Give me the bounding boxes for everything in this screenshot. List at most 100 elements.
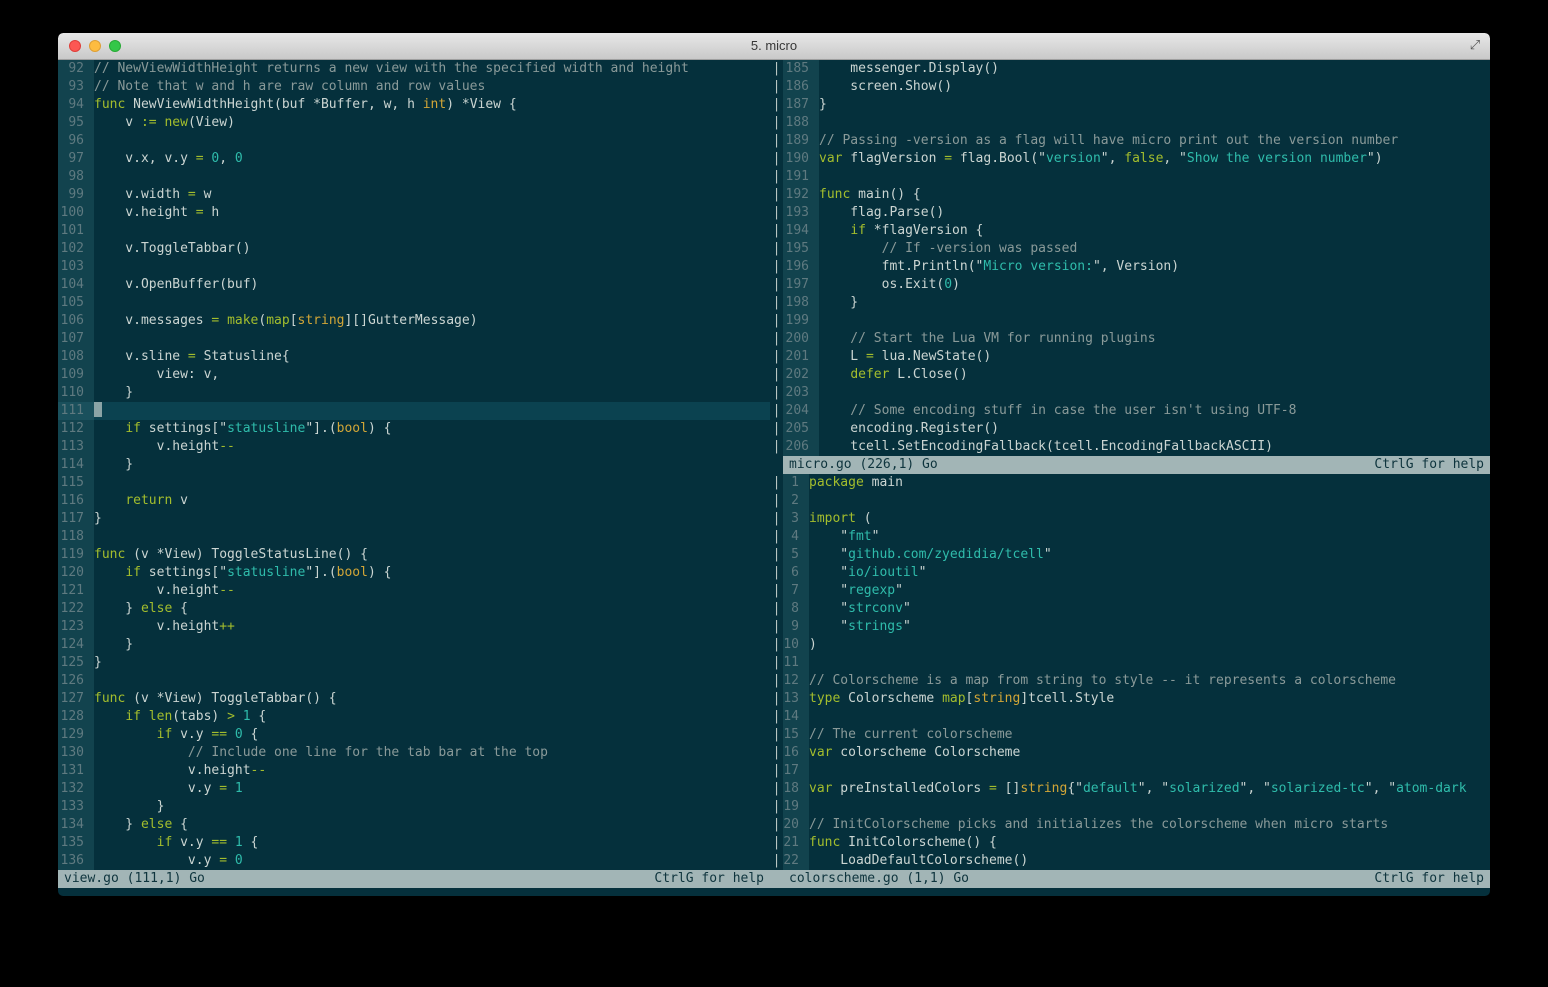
code-line[interactable]: 202 defer L.Close() — [783, 366, 1490, 384]
code-line[interactable]: 135 if v.y == 1 { — [58, 834, 770, 852]
code-line[interactable]: 3 import ( — [783, 510, 1490, 528]
code-line[interactable]: 20// InitColorscheme picks and initializ… — [783, 816, 1490, 834]
code-line[interactable]: 192 func main() { — [783, 186, 1490, 204]
code-line[interactable]: 186 screen.Show() — [783, 78, 1490, 96]
code-line[interactable]: 123 v.height++ — [58, 618, 770, 636]
code-line[interactable]: 95 v := new(View) — [58, 114, 770, 132]
code-line[interactable]: 106 v.messages = make(map[string][]Gutte… — [58, 312, 770, 330]
code-line[interactable]: 10) — [783, 636, 1490, 654]
code-line[interactable]: 13 type Colorscheme map[string]tcell.Styl… — [783, 690, 1490, 708]
code-line[interactable]: 127 func (v *View) ToggleTabbar() { — [58, 690, 770, 708]
code-line[interactable]: 130 // Include one line for the tab bar … — [58, 744, 770, 762]
code-line[interactable]: 204 // Some encoding stuff in case the u… — [783, 402, 1490, 420]
code-line[interactable]: 124 } — [58, 636, 770, 654]
fullscreen-icon[interactable]: ⤢ — [1467, 38, 1483, 54]
code-line[interactable]: 104 v.OpenBuffer(buf) — [58, 276, 770, 294]
code-line[interactable]: 18 var preInstalledColors = []string{"def… — [783, 780, 1490, 798]
code-line[interactable]: 14 — [783, 708, 1490, 726]
editor-colorscheme-go[interactable]: 1 package main 2 3 import (4 "fmt" 5 "github.… — [783, 474, 1490, 870]
code-line[interactable]: 203 — [783, 384, 1490, 402]
code-line[interactable]: 110 } — [58, 384, 770, 402]
code-line[interactable]: 102 v.ToggleTabbar() — [58, 240, 770, 258]
code-line[interactable]: 7 "regexp" — [783, 582, 1490, 600]
code-line[interactable]: 128 if len(tabs) > 1 { — [58, 708, 770, 726]
pane-view-go[interactable]: 92// NewViewWidthHeight returns a new vi… — [58, 60, 770, 888]
code-line[interactable]: 112 if settings["statusline"].(bool) { — [58, 420, 770, 438]
code-line[interactable]: 93// Note that w and h are raw column an… — [58, 78, 770, 96]
code-line[interactable]: 119 func (v *View) ToggleStatusLine() { — [58, 546, 770, 564]
code-line[interactable]: 198 } — [783, 294, 1490, 312]
code-line[interactable]: 96 — [58, 132, 770, 150]
code-line[interactable]: 101 — [58, 222, 770, 240]
code-line[interactable]: 193 flag.Parse() — [783, 204, 1490, 222]
code-line[interactable]: 97 v.x, v.y = 0, 0 — [58, 150, 770, 168]
editor-micro-go[interactable]: 185 messenger.Display() 186 screen.Show()… — [783, 60, 1490, 456]
code-line[interactable]: 22 LoadDefaultColorscheme() — [783, 852, 1490, 870]
line-number: 204 — [783, 402, 819, 420]
statusbar-colorscheme-go: colorscheme.go (1,1) Go CtrlG for help — [783, 870, 1490, 888]
code-line[interactable]: 190 var flagVersion = flag.Bool("version"… — [783, 150, 1490, 168]
code-line[interactable]: 1 package main — [783, 474, 1490, 492]
code-line[interactable]: 201 L = lua.NewState() — [783, 348, 1490, 366]
code-line[interactable]: 19 — [783, 798, 1490, 816]
code-line[interactable]: 107 — [58, 330, 770, 348]
code-line[interactable]: 4 "fmt" — [783, 528, 1490, 546]
code-line[interactable]: 205 encoding.Register() — [783, 420, 1490, 438]
pane-divider-segment: | — [772, 115, 781, 130]
code-line[interactable]: 185 messenger.Display() — [783, 60, 1490, 78]
code-line[interactable]: 195 // If -version was passed — [783, 240, 1490, 258]
code-line[interactable]: 5 "github.com/zyedidia/tcell" — [783, 546, 1490, 564]
code-line[interactable]: 108 v.sline = Statusline{ — [58, 348, 770, 366]
code-line[interactable]: 187} — [783, 96, 1490, 114]
code-line[interactable]: 197 os.Exit(0) — [783, 276, 1490, 294]
code-line[interactable]: 98 — [58, 168, 770, 186]
code-line[interactable]: 99 v.width = w — [58, 186, 770, 204]
code-line[interactable]: 194 if *flagVersion { — [783, 222, 1490, 240]
code-line[interactable]: 17 — [783, 762, 1490, 780]
code-line[interactable]: 125} — [58, 654, 770, 672]
code-line[interactable]: 9 "strings" — [783, 618, 1490, 636]
code-line[interactable]: 118 — [58, 528, 770, 546]
code-line[interactable]: 121 v.height-- — [58, 582, 770, 600]
code-line[interactable]: 16 var colorscheme Colorscheme — [783, 744, 1490, 762]
code-line[interactable]: 11 — [783, 654, 1490, 672]
code-line[interactable]: 115 — [58, 474, 770, 492]
code-line[interactable]: 120 if settings["statusline"].(bool) { — [58, 564, 770, 582]
code-line[interactable]: 116 return v — [58, 492, 770, 510]
code-line[interactable]: 113 v.height-- — [58, 438, 770, 456]
code-line[interactable]: 134 } else { — [58, 816, 770, 834]
code-line[interactable]: 133 } — [58, 798, 770, 816]
code-line[interactable]: 199 — [783, 312, 1490, 330]
code-line[interactable]: 117} — [58, 510, 770, 528]
code-line[interactable]: 92// NewViewWidthHeight returns a new vi… — [58, 60, 770, 78]
code-line[interactable]: 206 tcell.SetEncodingFallback(tcell.Enco… — [783, 438, 1490, 456]
code-line[interactable]: 100 v.height = h — [58, 204, 770, 222]
code-line[interactable]: 111 — [58, 402, 770, 420]
code-line[interactable]: 109 view: v, — [58, 366, 770, 384]
line-number: 112 — [58, 420, 94, 438]
title-bar[interactable]: 5. micro ⤢ — [58, 33, 1490, 60]
code-line[interactable]: 103 — [58, 258, 770, 276]
code-line[interactable]: 196 fmt.Println("Micro version:", Versio… — [783, 258, 1490, 276]
code-line[interactable]: 129 if v.y == 0 { — [58, 726, 770, 744]
code-line[interactable]: 8 "strconv" — [783, 600, 1490, 618]
code-line[interactable]: 94 func NewViewWidthHeight(buf *Buffer, w… — [58, 96, 770, 114]
code-line[interactable]: 105 — [58, 294, 770, 312]
code-line[interactable]: 189// Passing -version as a flag will ha… — [783, 132, 1490, 150]
code-line[interactable]: 122 } else { — [58, 600, 770, 618]
pane-divider-segment: | — [772, 799, 781, 814]
code-line[interactable]: 136 v.y = 0 — [58, 852, 770, 870]
code-line[interactable]: 200 // Start the Lua VM for running plug… — [783, 330, 1490, 348]
code-line[interactable]: 126 — [58, 672, 770, 690]
code-line[interactable]: 21 func InitColorscheme() { — [783, 834, 1490, 852]
code-line[interactable]: 6 "io/ioutil" — [783, 564, 1490, 582]
code-line[interactable]: 15// The current colorscheme — [783, 726, 1490, 744]
code-line[interactable]: 191 — [783, 168, 1490, 186]
code-line[interactable]: 114 } — [58, 456, 770, 474]
code-line[interactable]: 188 — [783, 114, 1490, 132]
code-line[interactable]: 12// Colorscheme is a map from string to… — [783, 672, 1490, 690]
code-line[interactable]: 131 v.height-- — [58, 762, 770, 780]
code-line[interactable]: 2 — [783, 492, 1490, 510]
code-line[interactable]: 132 v.y = 1 — [58, 780, 770, 798]
